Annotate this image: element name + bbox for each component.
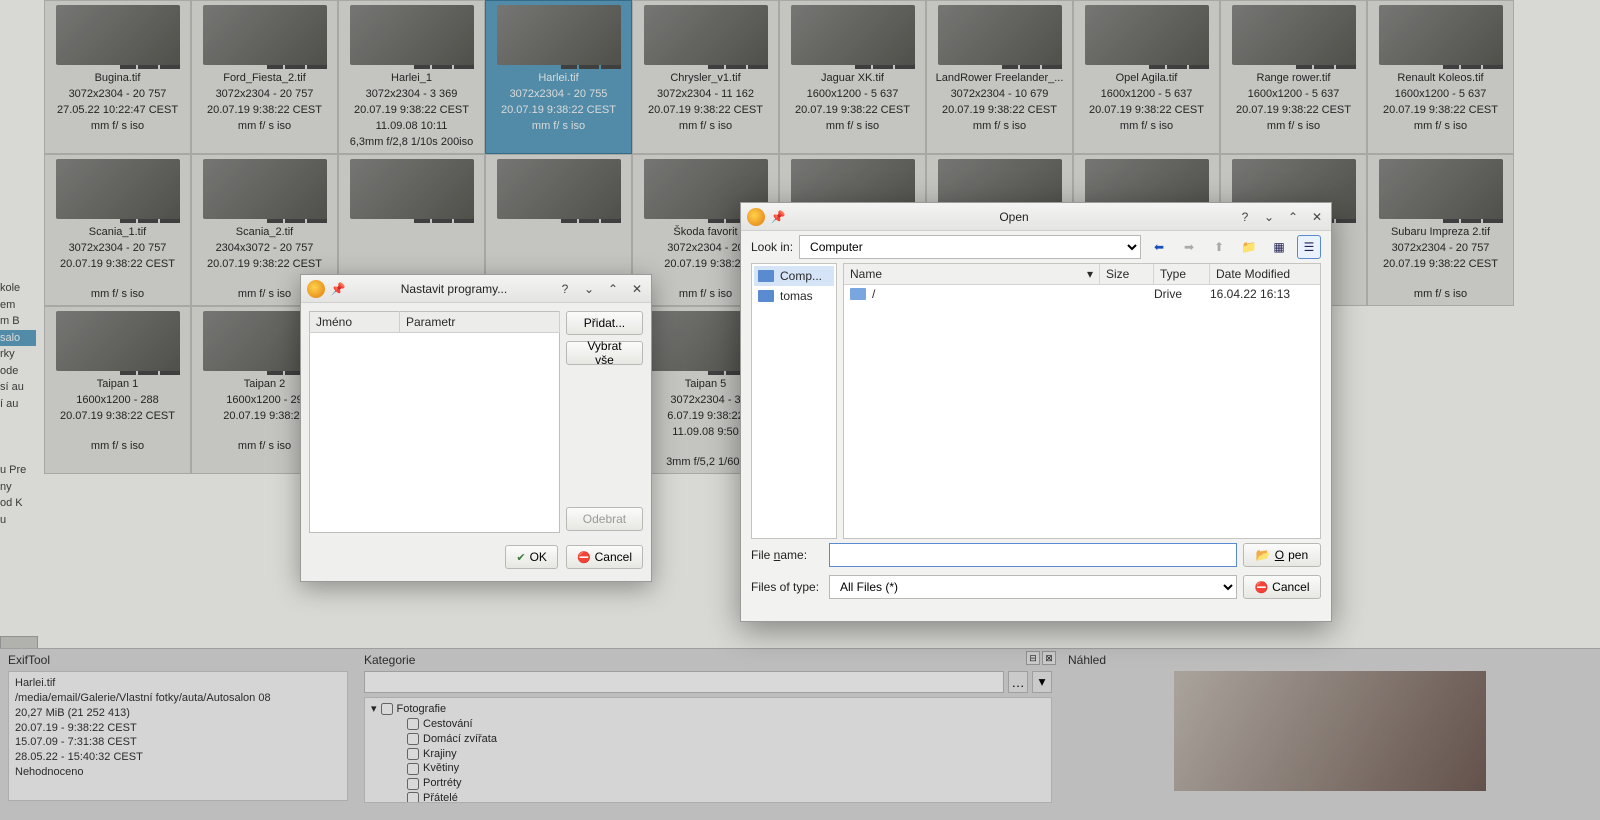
exif-panel: ExifTool Harlei.tif /media/email/Galerie… bbox=[0, 648, 356, 820]
dialog-title: Nastavit programy... bbox=[351, 282, 557, 296]
remove-button: Odebrat bbox=[566, 507, 643, 531]
categories-filter-menu-button[interactable]: ▾ bbox=[1032, 671, 1052, 693]
detail-view-icon[interactable]: ☰ bbox=[1297, 235, 1321, 259]
cancel-button[interactable]: Cancel bbox=[566, 545, 643, 569]
preview-panel: Náhled bbox=[1060, 648, 1600, 820]
exif-panel-title: ExifTool bbox=[8, 653, 348, 667]
thumbnail-cell[interactable]: ICCIPTCEXIFOpel Agila.tif1600x1200 - 5 6… bbox=[1073, 0, 1220, 154]
ok-icon bbox=[516, 550, 525, 564]
open-dialog: 📌 Open ? ⌄ ⌃ ✕ Look in: Computer ⬅ ➡ ⬆ 📁… bbox=[740, 202, 1332, 622]
category-checkbox[interactable] bbox=[407, 778, 419, 790]
pin-icon[interactable]: 📌 bbox=[771, 210, 785, 224]
file-row[interactable]: /Drive16.04.22 16:13 bbox=[844, 285, 1320, 303]
dialog-title: Open bbox=[791, 210, 1237, 224]
category-checkbox[interactable] bbox=[381, 703, 393, 715]
places-item[interactable]: tomas bbox=[754, 286, 834, 306]
col-type[interactable]: Type bbox=[1154, 264, 1210, 284]
help-icon[interactable]: ? bbox=[1237, 209, 1253, 225]
col-size[interactable]: Size bbox=[1100, 264, 1154, 284]
category-checkbox[interactable] bbox=[407, 792, 419, 803]
cancel-icon bbox=[1254, 580, 1268, 594]
categories-panel-title: Kategorie bbox=[364, 653, 1052, 667]
thumbnail-cell[interactable]: ICCIPTCEXIFRenault Koleos.tif1600x1200 -… bbox=[1367, 0, 1514, 154]
thumbnail-cell[interactable]: ICCIPTCEXIFFord_Fiesta_2.tif3072x2304 - … bbox=[191, 0, 338, 154]
categories-filter-input[interactable] bbox=[364, 671, 1004, 693]
categories-collapse-icon[interactable]: ⊟ bbox=[1026, 651, 1040, 665]
folder-icon bbox=[850, 288, 866, 300]
up-icon: ⬆ bbox=[1207, 235, 1231, 259]
sidebar-text-fragments: kole em m B salo rky ode sí au í au u Pr… bbox=[0, 280, 36, 528]
places-item[interactable]: Comp... bbox=[754, 266, 834, 286]
minimize-icon[interactable]: ⌄ bbox=[1261, 209, 1277, 225]
category-checkbox[interactable] bbox=[407, 763, 419, 775]
preview-panel-title: Náhled bbox=[1068, 653, 1592, 667]
thumbnail-cell[interactable]: ICCIPTCEXIFJaguar XK.tif1600x1200 - 5 63… bbox=[779, 0, 926, 154]
files-type-select[interactable]: All Files (*) bbox=[829, 575, 1237, 599]
ok-button[interactable]: OK bbox=[505, 545, 558, 569]
app-icon bbox=[307, 280, 325, 298]
col-param[interactable]: Parametr bbox=[400, 312, 560, 333]
sort-indicator-icon: ▾ bbox=[1087, 267, 1093, 281]
minimize-icon[interactable]: ⌄ bbox=[581, 281, 597, 297]
thumbnail-cell[interactable]: ICCIPTCEXIFBugina.tif3072x2304 - 20 7572… bbox=[44, 0, 191, 154]
back-icon[interactable]: ⬅ bbox=[1147, 235, 1171, 259]
maximize-icon[interactable]: ⌃ bbox=[1285, 209, 1301, 225]
thumbnail-cell[interactable]: ICCIPTCEXIFHarlei.tif3072x2304 - 20 7552… bbox=[485, 0, 632, 154]
col-name[interactable]: Name▾ bbox=[844, 264, 1100, 284]
cancel-button[interactable]: Cancel bbox=[1243, 575, 1321, 599]
look-in-label: Look in: bbox=[751, 240, 793, 254]
programs-table[interactable]: Jméno Parametr bbox=[309, 311, 560, 533]
thumbnail-cell[interactable]: ICCIPTCEXIFSubaru Impreza 2.tif3072x2304… bbox=[1367, 154, 1514, 306]
col-name[interactable]: Jméno bbox=[310, 312, 400, 333]
add-button[interactable]: Přidat... bbox=[566, 311, 643, 335]
close-icon[interactable]: ✕ bbox=[1309, 209, 1325, 225]
dialog-titlebar[interactable]: 📌 Nastavit programy... ? ⌄ ⌃ ✕ bbox=[301, 275, 651, 303]
preview-image bbox=[1174, 671, 1486, 791]
forward-icon: ➡ bbox=[1177, 235, 1201, 259]
categories-close-icon[interactable]: ⊠ bbox=[1042, 651, 1056, 665]
computer-icon bbox=[758, 290, 774, 302]
list-view-icon[interactable]: ▦ bbox=[1267, 235, 1291, 259]
help-icon[interactable]: ? bbox=[557, 281, 573, 297]
category-checkbox[interactable] bbox=[407, 718, 419, 730]
programs-dialog: 📌 Nastavit programy... ? ⌄ ⌃ ✕ Jméno Par… bbox=[300, 274, 652, 582]
file-list[interactable]: Name▾ Size Type Date Modified /Drive16.0… bbox=[843, 263, 1321, 539]
category-checkbox[interactable] bbox=[407, 733, 419, 745]
categories-tree[interactable]: ▾Fotografie CestováníDomácí zvířataKraji… bbox=[364, 697, 1052, 803]
category-checkbox[interactable] bbox=[407, 748, 419, 760]
places-sidebar[interactable]: Comp...tomas bbox=[751, 263, 837, 539]
new-folder-icon: 📁 bbox=[1237, 235, 1261, 259]
thumbnail-cell[interactable]: ICCIPTCEXIFLandRower Freelander_...3072x… bbox=[926, 0, 1073, 154]
computer-icon bbox=[758, 270, 774, 282]
files-type-label: Files of type: bbox=[751, 580, 823, 594]
thumbnail-cell[interactable]: ICCIPTCEXIFHarlei_13072x2304 - 3 36920.0… bbox=[338, 0, 485, 154]
categories-panel: Kategorie ⊟ ⊠ … ▾ ▾Fotografie CestováníD… bbox=[356, 648, 1060, 820]
thumbnail-cell[interactable]: ICCIPTCEXIFRange rower.tif1600x1200 - 5 … bbox=[1220, 0, 1367, 154]
open-button: 📂 Open bbox=[1243, 543, 1321, 567]
cancel-icon bbox=[577, 550, 591, 564]
pin-icon[interactable]: 📌 bbox=[331, 282, 345, 296]
select-all-button[interactable]: Vybrat vše bbox=[566, 341, 643, 365]
close-icon[interactable]: ✕ bbox=[629, 281, 645, 297]
categories-filter-clear-button[interactable]: … bbox=[1008, 671, 1028, 693]
look-in-select[interactable]: Computer bbox=[799, 235, 1141, 259]
maximize-icon[interactable]: ⌃ bbox=[605, 281, 621, 297]
file-name-input[interactable] bbox=[829, 543, 1237, 567]
app-icon bbox=[747, 208, 765, 226]
col-date[interactable]: Date Modified bbox=[1210, 264, 1320, 284]
dialog-titlebar[interactable]: 📌 Open ? ⌄ ⌃ ✕ bbox=[741, 203, 1331, 231]
thumbnail-cell[interactable]: ICCIPTCEXIFScania_1.tif3072x2304 - 20 75… bbox=[44, 154, 191, 306]
thumbnail-cell[interactable]: ICCIPTCEXIFTaipan 11600x1200 - 28820.07.… bbox=[44, 306, 191, 474]
thumbnail-cell[interactable]: ICCIPTCEXIFChrysler_v1.tif3072x2304 - 11… bbox=[632, 0, 779, 154]
file-name-label: File name: bbox=[751, 548, 823, 562]
